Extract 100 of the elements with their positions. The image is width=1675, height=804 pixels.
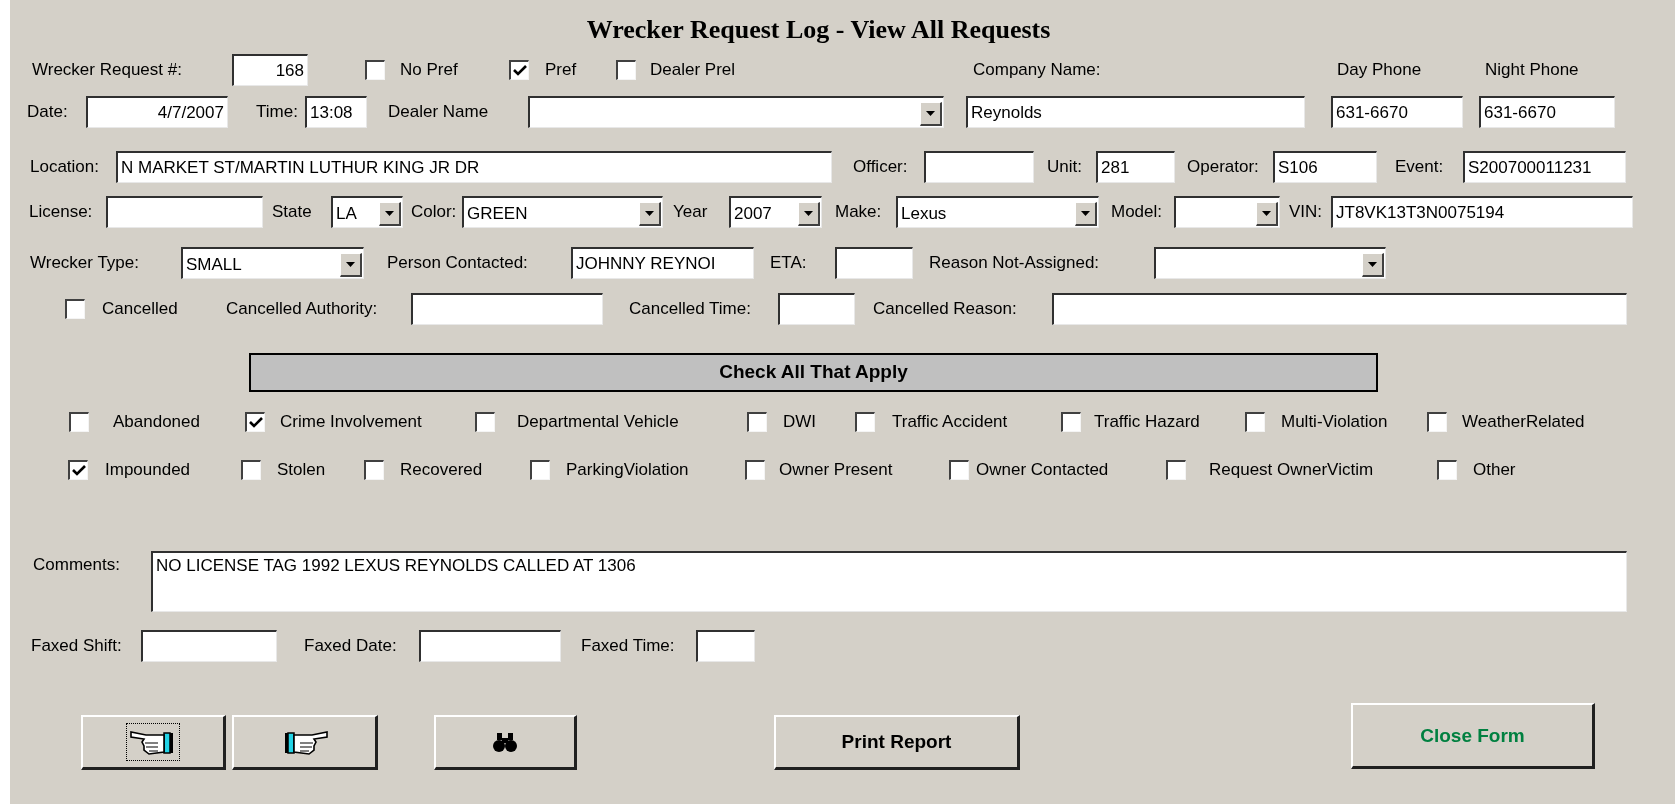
dropdown-button[interactable] — [798, 202, 820, 226]
dropdown-button[interactable] — [920, 102, 942, 126]
text-field[interactable]: S200700011231 — [1463, 151, 1626, 183]
field-label: Cancelled Reason: — [873, 299, 1018, 319]
field-label: State — [272, 202, 313, 222]
text-field[interactable]: 168 — [232, 54, 308, 86]
checkbox[interactable] — [364, 460, 384, 480]
checkbox-label: Stolen — [277, 460, 327, 480]
field-label: Operator: — [1187, 157, 1260, 177]
binoculars-icon — [492, 732, 518, 752]
checkbox-label: Crime Involvement — [280, 412, 423, 432]
text-field[interactable]: S106 — [1273, 151, 1377, 183]
checkbox-label: Owner Contacted — [976, 460, 1110, 480]
field-label: Model: — [1111, 202, 1164, 222]
checkbox-label: ParkingViolation — [566, 460, 690, 480]
field-label: Time: — [256, 102, 299, 122]
dropdown[interactable]: Lexus — [896, 196, 1099, 228]
checkbox[interactable] — [1061, 412, 1081, 432]
caret-icon — [804, 211, 813, 216]
text-field[interactable] — [141, 630, 277, 662]
text-field[interactable] — [106, 196, 263, 228]
dropdown[interactable]: SMALL — [181, 247, 364, 279]
field-label: Make: — [835, 202, 883, 222]
field-label: Unit: — [1047, 157, 1083, 177]
dropdown[interactable] — [528, 96, 944, 128]
dropdown-button[interactable] — [1075, 202, 1097, 226]
field-label: Wrecker Request #: — [32, 60, 183, 80]
text-field[interactable]: 4/7/2007 — [86, 96, 228, 128]
field-label: Year — [673, 202, 709, 222]
caret-icon — [645, 211, 654, 216]
text-field[interactable] — [1052, 293, 1627, 325]
text-field[interactable]: N MARKET ST/MARTIN LUTHUR KING JR DR — [116, 151, 832, 183]
dropdown[interactable]: LA — [331, 196, 403, 228]
field-label: Company Name: — [973, 60, 1102, 80]
checkbox[interactable] — [616, 60, 636, 80]
button[interactable]: Print Report — [774, 715, 1020, 770]
text-field[interactable]: JT8VK13T3N0075194 — [1331, 196, 1633, 228]
checkbox[interactable] — [241, 460, 261, 480]
checkbox-label: WeatherRelated — [1462, 412, 1585, 432]
checkbox[interactable] — [745, 460, 765, 480]
text-area[interactable]: NO LICENSE TAG 1992 LEXUS REYNOLDS CALLED AT 1306 — [151, 551, 1627, 612]
checkbox-label: Other — [1473, 460, 1516, 480]
field-label: Faxed Shift: — [31, 636, 123, 656]
checkbox[interactable] — [69, 412, 89, 432]
text-field[interactable] — [924, 151, 1034, 183]
checkbox-label: Abandoned — [113, 412, 201, 432]
dropdown-button[interactable] — [1362, 253, 1384, 277]
dropdown[interactable] — [1154, 247, 1386, 279]
text-field[interactable]: 13:08 — [305, 96, 367, 128]
checkbox[interactable] — [1166, 460, 1186, 480]
caret-icon — [1262, 211, 1271, 216]
text-field[interactable] — [778, 293, 855, 325]
checkbox-label: Impounded — [105, 460, 192, 480]
text-field[interactable] — [696, 630, 755, 662]
dropdown-button[interactable] — [379, 202, 401, 226]
text-field[interactable]: JOHNNY REYNOI — [571, 247, 754, 279]
checkbox-label: Departmental Vehicle — [517, 412, 680, 432]
checkbox[interactable] — [1427, 412, 1447, 432]
dropdown[interactable] — [1174, 196, 1280, 228]
field-label: Color: — [411, 202, 458, 222]
field-label: Comments: — [33, 555, 121, 575]
text-field[interactable] — [419, 630, 561, 662]
field-label: Day Phone — [1337, 60, 1423, 80]
text-field[interactable] — [835, 247, 913, 279]
text-field[interactable]: Reynolds — [966, 96, 1305, 128]
dropdown[interactable]: GREEN — [462, 196, 663, 228]
dropdown-button[interactable] — [1256, 202, 1278, 226]
checkbox[interactable] — [530, 460, 550, 480]
checkbox-label: Dealer Prel — [650, 60, 737, 80]
checkbox[interactable] — [949, 460, 969, 480]
checkbox[interactable] — [855, 412, 875, 432]
checkbox-label: Multi-Violation — [1281, 412, 1389, 432]
checkbox[interactable] — [509, 60, 529, 80]
checkbox[interactable] — [747, 412, 767, 432]
checkbox-label: Recovered — [400, 460, 484, 480]
dropdown-button[interactable] — [639, 202, 661, 226]
find-button[interactable] — [434, 715, 577, 770]
checkbox-label: Traffic Hazard — [1094, 412, 1201, 432]
checkbox[interactable] — [1245, 412, 1265, 432]
checkbox[interactable] — [365, 60, 385, 80]
text-field[interactable]: 631-6670 — [1479, 96, 1615, 128]
field-label: ETA: — [770, 253, 808, 273]
caret-icon — [1081, 211, 1090, 216]
next-button[interactable] — [232, 715, 378, 770]
checkbox[interactable] — [475, 412, 495, 432]
checkbox[interactable] — [245, 412, 265, 432]
checkbox[interactable] — [1437, 460, 1457, 480]
checkbox-label: No Pref — [400, 60, 459, 80]
dropdown[interactable]: 2007 — [729, 196, 822, 228]
checkbox[interactable] — [68, 460, 88, 480]
checkbox[interactable] — [65, 299, 85, 319]
text-field[interactable]: 281 — [1096, 151, 1175, 183]
checkbox-label: Owner Present — [779, 460, 894, 480]
text-field[interactable]: 631-6670 — [1331, 96, 1463, 128]
checkbox-label: Traffic Accident — [892, 412, 1009, 432]
text-field[interactable] — [411, 293, 603, 325]
dropdown-button[interactable] — [340, 253, 362, 277]
field-label: Person Contacted: — [387, 253, 529, 273]
previous-button[interactable] — [81, 715, 226, 770]
field-label: Cancelled Authority: — [226, 299, 379, 319]
